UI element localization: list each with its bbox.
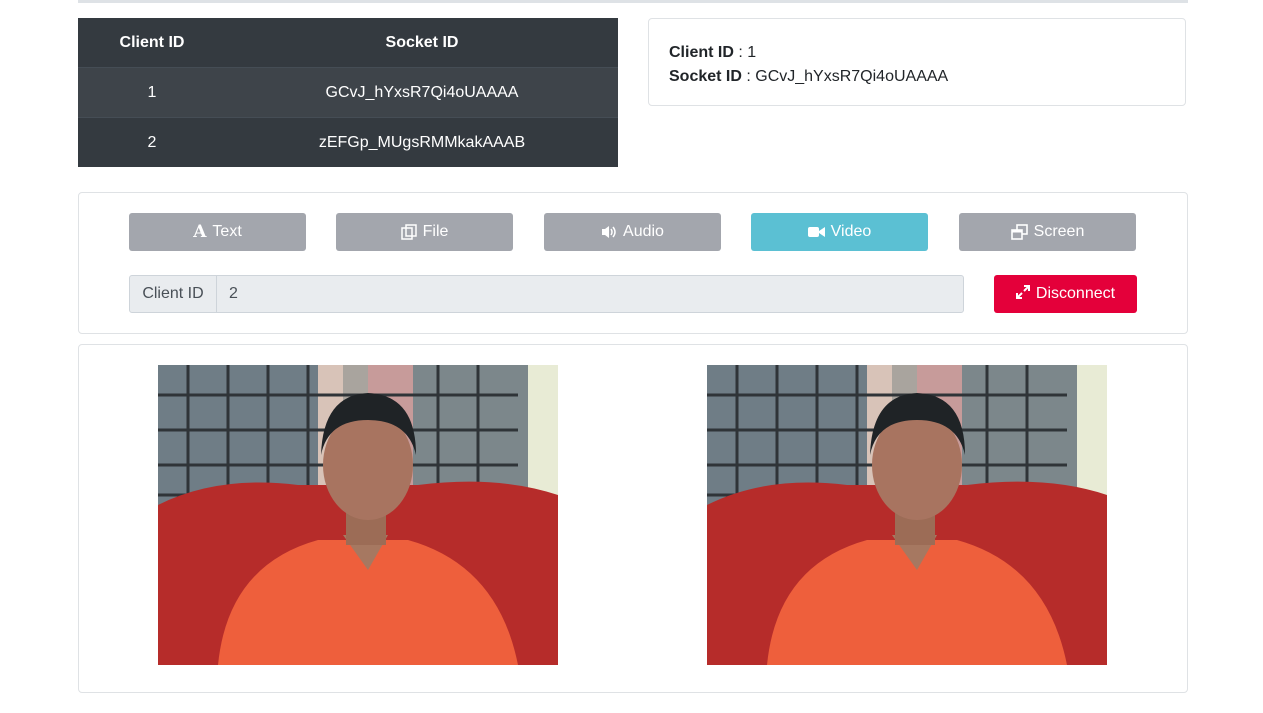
copy-icon <box>400 224 417 240</box>
screen-button[interactable]: Screen <box>959 213 1136 251</box>
video-panel <box>78 344 1188 693</box>
window-restore-icon <box>1010 224 1028 240</box>
connection-info-card: Client ID : 1 Socket ID : GCvJ_hYxsR7Qi4… <box>648 18 1186 106</box>
client-id-label: Client ID <box>669 44 734 61</box>
disconnect-button[interactable]: Disconnect <box>994 275 1137 313</box>
text-button-label: Text <box>212 223 242 240</box>
file-button[interactable]: File <box>336 213 513 251</box>
client-id-field[interactable]: 2 <box>217 276 963 312</box>
client-id-input-group[interactable]: Client ID 2 <box>129 275 964 313</box>
disconnect-label: Disconnect <box>1035 285 1116 302</box>
remote-video <box>707 365 1107 665</box>
table-row[interactable]: 2 zEFGp_MUgsRMMkakAAAB <box>78 117 618 167</box>
table-header: Client ID Socket ID <box>78 18 618 67</box>
screen-button-label: Screen <box>1033 223 1085 240</box>
audio-button[interactable]: Audio <box>544 213 721 251</box>
audio-button-label: Audio <box>623 223 664 240</box>
cell-client-id: 2 <box>147 133 157 151</box>
expand-icon <box>1015 284 1030 304</box>
video-button[interactable]: Video <box>751 213 928 251</box>
client-id-value: : 1 <box>733 44 757 61</box>
text-button[interactable]: A Text <box>129 213 306 251</box>
clients-table: Client ID Socket ID 1 GCvJ_hYxsR7Qi4oUAA… <box>78 18 618 167</box>
volume-icon <box>601 224 617 240</box>
cell-client-id: 1 <box>147 83 157 101</box>
client-id-addon: Client ID <box>130 276 217 312</box>
font-icon: A <box>193 222 207 242</box>
header-socket-id: Socket ID <box>385 33 459 51</box>
cell-socket-id: GCvJ_hYxsR7Qi4oUAAAA <box>325 83 519 101</box>
video-camera-icon <box>807 225 825 239</box>
control-panel: A Text File Audio Video Screen Client ID… <box>78 192 1188 334</box>
table-row[interactable]: 1 GCvJ_hYxsR7Qi4oUAAAA <box>78 67 618 117</box>
local-video <box>158 365 558 665</box>
socket-id-label: Socket ID <box>669 68 742 85</box>
socket-id-value: : GCvJ_hYxsR7Qi4oUAAAA <box>741 68 949 85</box>
cell-socket-id: zEFGp_MUgsRMMkakAAAB <box>318 133 526 151</box>
video-button-label: Video <box>830 223 872 240</box>
socket-id-line: Socket ID : GCvJ_hYxsR7Qi4oUAAAA <box>669 65 1165 89</box>
top-divider <box>78 0 1188 3</box>
client-id-line: Client ID : 1 <box>669 41 1165 65</box>
header-client-id: Client ID <box>119 33 185 51</box>
file-button-label: File <box>422 223 449 240</box>
